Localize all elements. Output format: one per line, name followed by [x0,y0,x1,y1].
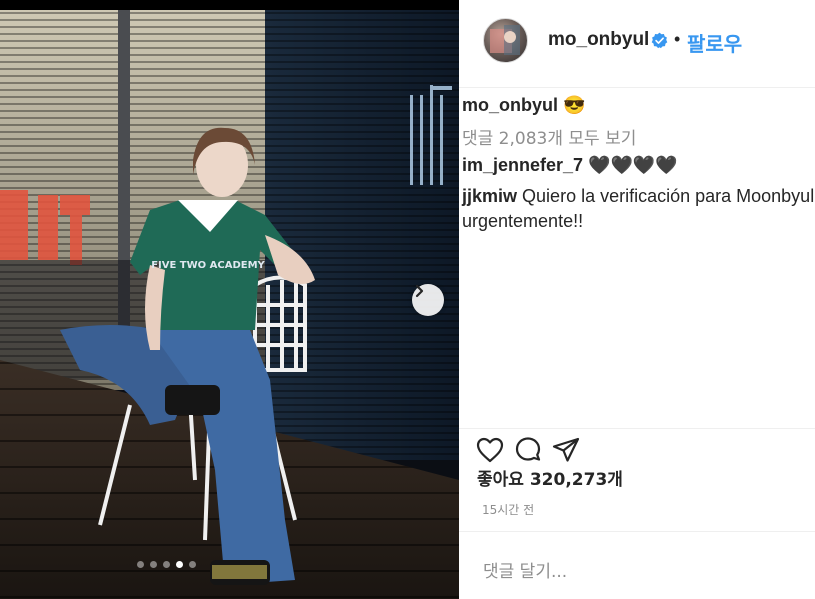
post-header: mo_onbyul • 팔로우 [459,0,815,88]
comment-username[interactable]: jjkmiw [462,186,517,206]
comment-input[interactable] [483,558,793,586]
comment-text-continued: urgentemente!! [462,211,584,231]
post-detail-panel: mo_onbyul • 팔로우 mo_onbyul 😎 댓글 2,083개 모두… [459,0,815,599]
comment-button[interactable] [513,435,543,465]
view-all-comments-link[interactable]: 댓글 2,083개 모두 보기 [462,124,636,149]
like-count[interactable]: 좋아요 320,273개 [477,465,623,490]
comment-text: 🖤🖤🖤🖤 [588,155,678,175]
carousel-dot [137,561,144,568]
username-link[interactable]: mo_onbyul [548,29,649,51]
verified-badge-icon [651,32,668,49]
carousel-dot-active [176,561,183,568]
post-actions: 좋아요 320,273개 15시간 전 [459,428,815,599]
avatar[interactable] [483,18,528,63]
send-icon [552,437,580,462]
caption-username[interactable]: mo_onbyul [462,95,558,115]
photo-scene: FIVE TWO ACADEMY [0,10,459,599]
comment-icon [515,437,541,461]
jersey-text: FIVE TWO ACADEMY [151,260,265,271]
post-photo[interactable]: FIVE TWO ACADEMY [0,0,459,599]
carousel-dot [163,561,170,568]
post-timestamp[interactable]: 15시간 전 [482,501,534,518]
avatar-image [490,25,520,55]
comment-text: Quiero la verificación para Moonbyul [522,186,815,206]
like-button[interactable] [475,435,505,465]
action-icons [475,435,581,465]
heart-icon [476,437,504,463]
chevron-right-icon [415,284,424,298]
comment-item: jjkmiw Quiero la verificación para Moonb… [462,185,814,207]
comment-username[interactable]: im_jennefer_7 [462,155,583,175]
carousel-next-button[interactable] [412,284,444,316]
carousel-dot [189,561,196,568]
photo-top-bar [0,0,459,10]
carousel-dot [150,561,157,568]
header-separator: • [674,29,681,49]
add-comment-section [459,531,815,599]
comment-item: im_jennefer_7 🖤🖤🖤🖤 [462,154,678,176]
share-button[interactable] [551,435,581,465]
caption-text: 😎 [563,95,586,115]
follow-button[interactable]: 팔로우 [687,28,742,57]
caption: mo_onbyul 😎 [462,94,585,116]
carousel-indicator [137,561,196,568]
